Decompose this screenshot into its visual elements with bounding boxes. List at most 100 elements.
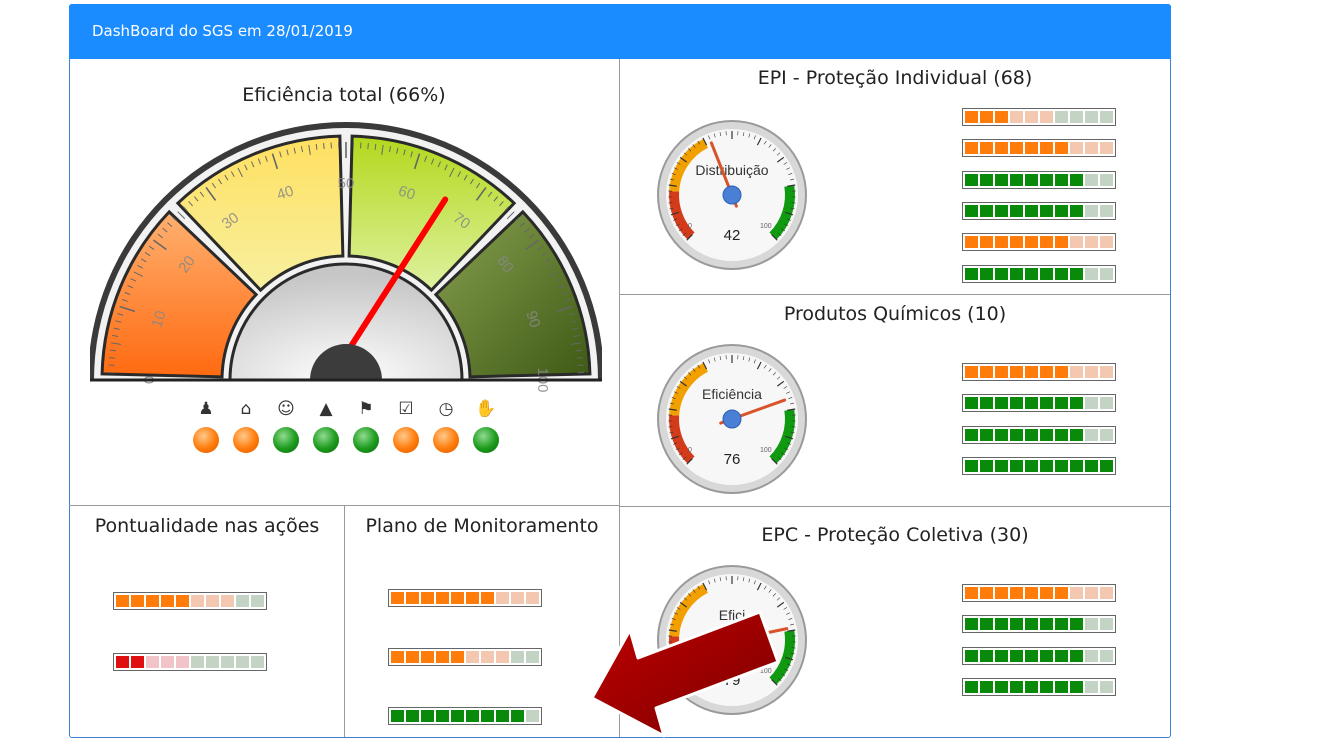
bar-segment (1070, 204, 1083, 217)
bar-segment (980, 236, 993, 249)
total-efficiency-gauge: 0102030405060708090100 (90, 122, 602, 393)
bar-segment (436, 592, 449, 604)
bar-segment (1070, 618, 1083, 631)
bar-segment (451, 651, 464, 663)
bar-segment (1085, 397, 1098, 410)
bar-segment (511, 592, 524, 604)
bar-segment (1010, 142, 1023, 155)
bar-segment (1010, 204, 1023, 217)
bar-segment (1055, 618, 1068, 631)
bar-segment (1100, 618, 1113, 631)
progress-bar (962, 425, 1116, 444)
status-dot (393, 427, 419, 453)
status-dot (273, 427, 299, 453)
bar-segment (965, 428, 978, 441)
bar-segment (1010, 428, 1023, 441)
status-dot (473, 427, 499, 453)
bar-segment (1070, 236, 1083, 249)
fire-extinguisher-icon: ⚑ (358, 399, 374, 419)
bar-segment (1025, 173, 1038, 186)
arrow-shape (590, 610, 780, 738)
bar-segment (1040, 267, 1053, 280)
bar-segment (1040, 366, 1053, 378)
bar-segment (1025, 428, 1038, 441)
status-dot (313, 427, 339, 453)
bar-segment (1100, 236, 1113, 249)
bar-segment (251, 656, 264, 668)
divider (620, 506, 1170, 507)
bar-segment (1100, 111, 1113, 123)
bar-segment (1055, 397, 1068, 410)
bar-segment (191, 656, 204, 668)
bar-segment (995, 366, 1008, 378)
progress-bar (113, 653, 267, 671)
bar-segment (1040, 397, 1053, 410)
bar-segment (1040, 111, 1053, 123)
bar-segment (236, 595, 249, 607)
status-dot (193, 427, 219, 453)
bar-segment (1010, 680, 1023, 693)
bar-segment (1040, 649, 1053, 662)
bar-segment (131, 595, 144, 607)
bar-segment (1040, 428, 1053, 441)
bar-segment (1010, 397, 1023, 410)
quimicos-gauge: 0 100 Eficiência 76 (657, 344, 807, 494)
bar-segment (995, 587, 1008, 599)
bar-segment (1100, 587, 1113, 599)
bar-segment (251, 595, 264, 607)
bar-segment (1085, 587, 1098, 599)
bar-segment (1085, 111, 1098, 123)
bar-segment (1025, 366, 1038, 378)
bar-segment (421, 651, 434, 663)
epc-title: EPC - Proteção Coletiva (30) (761, 524, 1029, 546)
progress-bar (962, 677, 1116, 696)
bar-segment (1070, 680, 1083, 693)
bar-segment (995, 428, 1008, 441)
bar-segment (980, 267, 993, 280)
bar-segment (980, 428, 993, 441)
bar-segment (995, 236, 1008, 249)
bar-segment (1070, 111, 1083, 123)
bar-segment (1055, 680, 1068, 693)
bar-segment (1025, 111, 1038, 123)
bar-segment (980, 459, 993, 472)
bar-segment (206, 595, 219, 607)
bar-segment (1025, 459, 1038, 472)
bar-segment (511, 651, 524, 663)
bar-segment (995, 204, 1008, 217)
gauge-min: 0 (688, 223, 692, 230)
progress-bar (962, 108, 1116, 126)
progress-bar (962, 170, 1116, 189)
bar-segment (1055, 649, 1068, 662)
bar-segment (481, 592, 494, 604)
person-check-icon: ☺ (277, 399, 295, 419)
bar-segment (1085, 267, 1098, 280)
bar-segment (980, 204, 993, 217)
bar-segment (1040, 173, 1053, 186)
progress-bar (962, 363, 1116, 381)
bar-segment (481, 710, 494, 722)
bar-segment (1085, 204, 1098, 217)
bar-segment (1025, 267, 1038, 280)
clipboard-check-icon: ☑ (398, 399, 414, 419)
bar-segment (526, 710, 539, 722)
gauge-value: 76 (724, 451, 741, 468)
bar-segment (980, 142, 993, 155)
progress-bar (962, 233, 1116, 252)
bar-segment (406, 651, 419, 663)
bar-segment (1085, 236, 1098, 249)
bar-segment (1070, 397, 1083, 410)
bar-segment (965, 236, 978, 249)
bar-segment (1025, 236, 1038, 249)
bar-segment (436, 651, 449, 663)
bar-segment (1100, 680, 1113, 693)
status-dot (353, 427, 379, 453)
bar-segment (436, 710, 449, 722)
bar-segment (1055, 111, 1068, 123)
bar-segment (1040, 587, 1053, 599)
bar-segment (980, 397, 993, 410)
progress-bar (388, 707, 542, 725)
bar-segment (980, 587, 993, 599)
bar-segment (965, 204, 978, 217)
pontualidade-title: Pontualidade nas ações (94, 515, 320, 537)
